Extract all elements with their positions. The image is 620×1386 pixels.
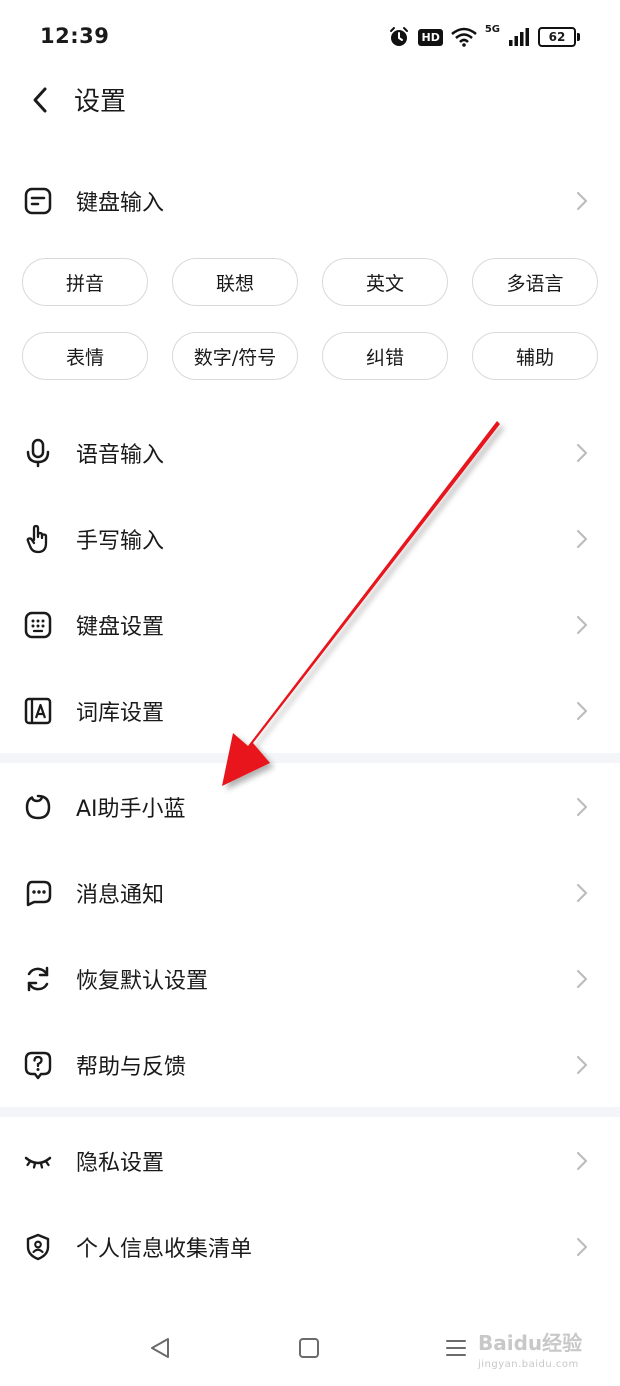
keyboard-settings-row[interactable]: 键盘设置 (0, 582, 620, 668)
voice-input-row[interactable]: 语音输入 (0, 410, 620, 496)
status-icons: HD 5G 62 (388, 24, 580, 50)
keyboard-input-label: 键盘输入 (76, 191, 165, 216)
help-feedback-row[interactable]: 帮助与反馈 (0, 1022, 620, 1108)
personal-info-label: 个人信息收集清单 (76, 1237, 253, 1262)
chip-association[interactable]: 联想 (172, 258, 298, 306)
home-square-icon[interactable] (295, 1334, 323, 1362)
handwriting-input-label: 手写输入 (76, 529, 165, 554)
section-divider (0, 1107, 620, 1117)
chevron-right-icon (576, 1151, 590, 1171)
chevron-right-icon (576, 615, 590, 635)
chip-multilanguage[interactable]: 多语言 (472, 258, 598, 306)
notifications-row[interactable]: 消息通知 (0, 850, 620, 936)
alarm-icon (390, 27, 409, 46)
chevron-left-icon (33, 87, 47, 113)
watermark-text: Baidu经验 (478, 1331, 583, 1355)
shield-user-icon (22, 1231, 54, 1263)
menu-lines-icon[interactable] (442, 1334, 470, 1362)
lexicon-settings-label: 词库设置 (76, 701, 165, 726)
signal-icon (509, 28, 529, 46)
chevron-right-icon (576, 701, 590, 721)
chevron-right-icon (576, 797, 590, 817)
back-triangle-icon[interactable] (146, 1334, 174, 1362)
chevron-right-icon (576, 969, 590, 989)
ai-assistant-row[interactable]: AI助手小蓝 (0, 764, 620, 850)
keyboard-settings-label: 键盘设置 (76, 615, 165, 640)
eye-closed-icon (22, 1145, 54, 1177)
watermark-subtext: jingyan.baidu.com (478, 1359, 579, 1370)
personal-info-row[interactable]: 个人信息收集清单 (0, 1204, 620, 1290)
hand-pointer-icon (22, 523, 54, 555)
watermark: Baidu经验 jingyan.baidu.com (478, 1332, 582, 1376)
chevron-right-icon (576, 1237, 590, 1257)
chip-emoji[interactable]: 表情 (22, 332, 148, 380)
header: 设置 (0, 76, 620, 126)
chip-pinyin[interactable]: 拼音 (22, 258, 148, 306)
page-title: 设置 (74, 87, 127, 117)
ai-assistant-label: AI助手小蓝 (76, 797, 186, 822)
privacy-settings-label: 隐私设置 (76, 1151, 165, 1176)
chevron-right-icon (576, 1055, 590, 1075)
keyboard-input-row[interactable]: 键盘输入 (0, 158, 620, 244)
notifications-label: 消息通知 (76, 883, 165, 908)
chevron-right-icon (576, 191, 590, 211)
system-nav-bar: Baidu经验 jingyan.baidu.com (0, 1310, 620, 1386)
status-bar: 12:39 HD 5G 62 (0, 0, 620, 76)
chevron-right-icon (576, 529, 590, 549)
question-icon (22, 1049, 54, 1081)
voice-input-label: 语音输入 (76, 443, 165, 468)
chip-assist[interactable]: 辅助 (472, 332, 598, 380)
network-type: 5G (484, 24, 500, 35)
chip-numbers-symbols[interactable]: 数字/符号 (172, 332, 298, 380)
keyboard-input-icon (22, 185, 54, 217)
microphone-icon (22, 437, 54, 469)
restore-defaults-label: 恢复默认设置 (76, 969, 209, 994)
handwriting-input-row[interactable]: 手写输入 (0, 496, 620, 582)
keyboard-icon (22, 609, 54, 641)
wifi-icon (451, 27, 477, 47)
battery-indicator: 62 (538, 27, 580, 47)
lexicon-settings-row[interactable]: 词库设置 (0, 668, 620, 754)
chip-english[interactable]: 英文 (322, 258, 448, 306)
back-button[interactable] (22, 82, 58, 118)
chevron-right-icon (576, 883, 590, 903)
chip-group-2: 表情 数字/符号 纠错 辅助 (22, 332, 598, 380)
message-icon (22, 877, 54, 909)
chip-correction[interactable]: 纠错 (322, 332, 448, 380)
status-time: 12:39 (40, 24, 110, 48)
privacy-settings-row[interactable]: 隐私设置 (0, 1118, 620, 1204)
chevron-right-icon (576, 443, 590, 463)
section-divider (0, 753, 620, 763)
hd-badge: HD (418, 28, 443, 46)
dictionary-icon (22, 695, 54, 727)
help-feedback-label: 帮助与反馈 (76, 1055, 187, 1080)
refresh-icon (22, 963, 54, 995)
ai-assistant-icon (22, 791, 54, 823)
restore-defaults-row[interactable]: 恢复默认设置 (0, 936, 620, 1022)
chip-group-1: 拼音 联想 英文 多语言 (22, 258, 598, 306)
